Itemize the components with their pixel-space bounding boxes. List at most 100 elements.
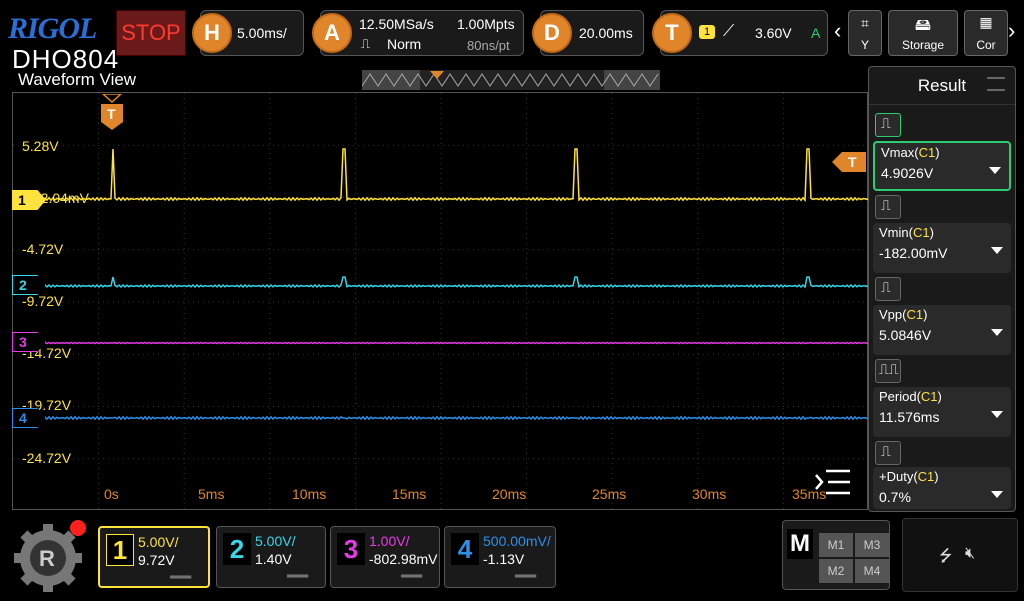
top-bar: RIGOL DHO804 STOP 5.00ms/ H 12.50MSa/s 1… [0,0,1024,74]
channel-number: 3 [337,533,365,565]
channel-offset: 1.40V [255,551,292,567]
y-label: -24.72V [22,450,72,466]
dc-coupling-icon: ═══ [287,571,309,582]
sample-interval: 80ns/pt [467,38,510,53]
run-stop-button[interactable]: STOP [116,10,186,56]
home-gear-icon[interactable]: R [8,518,88,596]
cor-icon: ▦ [979,14,993,30]
meas-source: C1 [920,389,938,404]
channel-1-box[interactable]: 1 5.00V/ 9.72V ═══ [98,526,210,588]
meas-name: Vmin [879,225,909,240]
pulse-icon: ⎍ [875,195,901,219]
result-item-vpp[interactable]: Vpp(C1) 5.0846V [873,305,1011,355]
toolbar-y-button[interactable]: ⌗ Y [848,10,882,56]
ch3-trace [42,341,869,345]
meas-name: Vpp [879,307,903,322]
meas-source: C1 [918,145,936,160]
storage-button[interactable]: 🖴 Storage [888,10,958,56]
trigger-position-marker[interactable]: T [101,93,123,132]
result-item-vmax[interactable]: Vmax(C1) 4.9026V [873,141,1011,191]
sample-rate: 12.50MSa/s [359,16,434,32]
math-key[interactable]: M [787,529,813,559]
x-label: 5ms [198,486,225,502]
channel-scale: 1.00V/ [369,533,410,549]
ch2-trace [42,276,869,289]
x-label: 0s [104,486,119,502]
trigger-source: 1 [699,25,716,39]
waveform-view-title: Waveform View [18,70,137,89]
memory-overview-bar[interactable] [362,70,660,90]
result-item-vmin[interactable]: Vmin(C1) -182.00mV [873,223,1011,273]
chevron-down-icon[interactable] [991,329,1003,336]
result-menu-icon[interactable] [987,77,1005,91]
timebase-value: 5.00ms/ [237,25,287,41]
math-m2-button[interactable]: M2 [819,559,853,583]
chevron-down-icon[interactable] [991,411,1003,418]
channel-number: 2 [223,533,251,565]
channel-3-box[interactable]: 3 1.00V/ -802.98mV ═══ [330,526,440,588]
chevron-down-icon[interactable] [989,167,1001,174]
meas-value: -182.00mV [879,245,948,261]
acq-mode-icon: ⎍ [361,36,371,51]
pulse-icon: ⎍ [875,441,901,465]
trigger-level-marker[interactable]: T [832,152,866,172]
speaker-muted-icon[interactable]: 🔇︎ [965,545,975,563]
meas-value: 4.9026V [881,165,934,181]
trigger-key[interactable]: T [652,13,692,53]
chevron-down-icon[interactable] [991,247,1003,254]
channel-scale: 500.00mV/ [483,533,551,549]
dc-coupling-icon: ═══ [515,571,537,582]
trigger-level-label: T [848,154,857,170]
acquire-key[interactable]: A [312,13,352,53]
channel-2-box[interactable]: 2 5.00V/ 1.40V ═══ [216,526,326,588]
toolbar-prev-icon[interactable]: ‹ [834,18,841,44]
result-item-duty[interactable]: +Duty(C1) 0.7% [873,467,1011,509]
waveform-grid [13,93,869,511]
toolbar-cor-button[interactable]: ▦ Cor [964,10,1008,56]
result-item-period[interactable]: Period(C1) 11.576ms [873,387,1011,437]
channel-offset: -1.13V [483,551,525,567]
dc-coupling-icon: ═══ [401,571,423,582]
ch1-trace [42,148,869,203]
memory-depth: 1.00Mpts [457,16,515,32]
delay-value: 20.00ms [579,25,633,41]
waveform-display[interactable] [12,92,869,511]
trigger-position-label: T [107,106,116,122]
meas-source: C1 [906,307,924,322]
meas-source: C1 [912,225,930,240]
math-m4-button[interactable]: M4 [855,559,889,583]
result-panel: Result ⎍ Vmax(C1) 4.9026V ⎍ Vmin(C1) -18… [868,66,1016,512]
pulse-icon: ⎍ [875,113,901,137]
system-tray: ⭍ 🔇︎ [902,518,1018,592]
horizontal-key[interactable]: H [192,13,232,53]
y-label: 5.28V [22,138,59,154]
math-m1-button[interactable]: M1 [819,533,853,557]
channel-scale: 5.00V/ [138,534,179,550]
y-label: -4.72V [22,241,64,257]
meas-value: 5.0846V [879,327,932,343]
chevron-down-icon[interactable] [991,491,1003,498]
delay-key[interactable]: D [532,13,572,53]
svg-text:R: R [39,546,55,571]
toolbar-next-icon[interactable]: › [1008,18,1015,44]
usb-icon[interactable]: ⭍ [939,545,952,572]
meas-value: 0.7% [879,489,911,505]
x-label: 20ms [492,486,527,502]
rising-edge-icon: ⟋ [723,23,735,40]
trigger-level: 3.60V [755,25,792,41]
math-panel[interactable]: M M1 M3 M2 M4 [782,520,890,590]
x-label: 10ms [292,486,327,502]
ch4-trace [42,415,869,421]
y-icon: ⌗ [861,15,869,31]
channel-offset: -802.98mV [369,551,438,567]
channel-4-box[interactable]: 4 500.00mV/ -1.13V ═══ [444,526,556,588]
channel-number: 1 [106,534,134,566]
meas-value: 11.576ms [879,409,940,425]
trigger-mode: A [811,25,821,41]
pulse-icon: ⎍ [875,277,901,301]
math-m3-button[interactable]: M3 [855,533,889,557]
channel-scale: 5.00V/ [255,533,296,549]
menu-icon[interactable] [814,466,852,498]
meas-name: Period [879,389,917,404]
meas-source: C1 [917,469,935,484]
